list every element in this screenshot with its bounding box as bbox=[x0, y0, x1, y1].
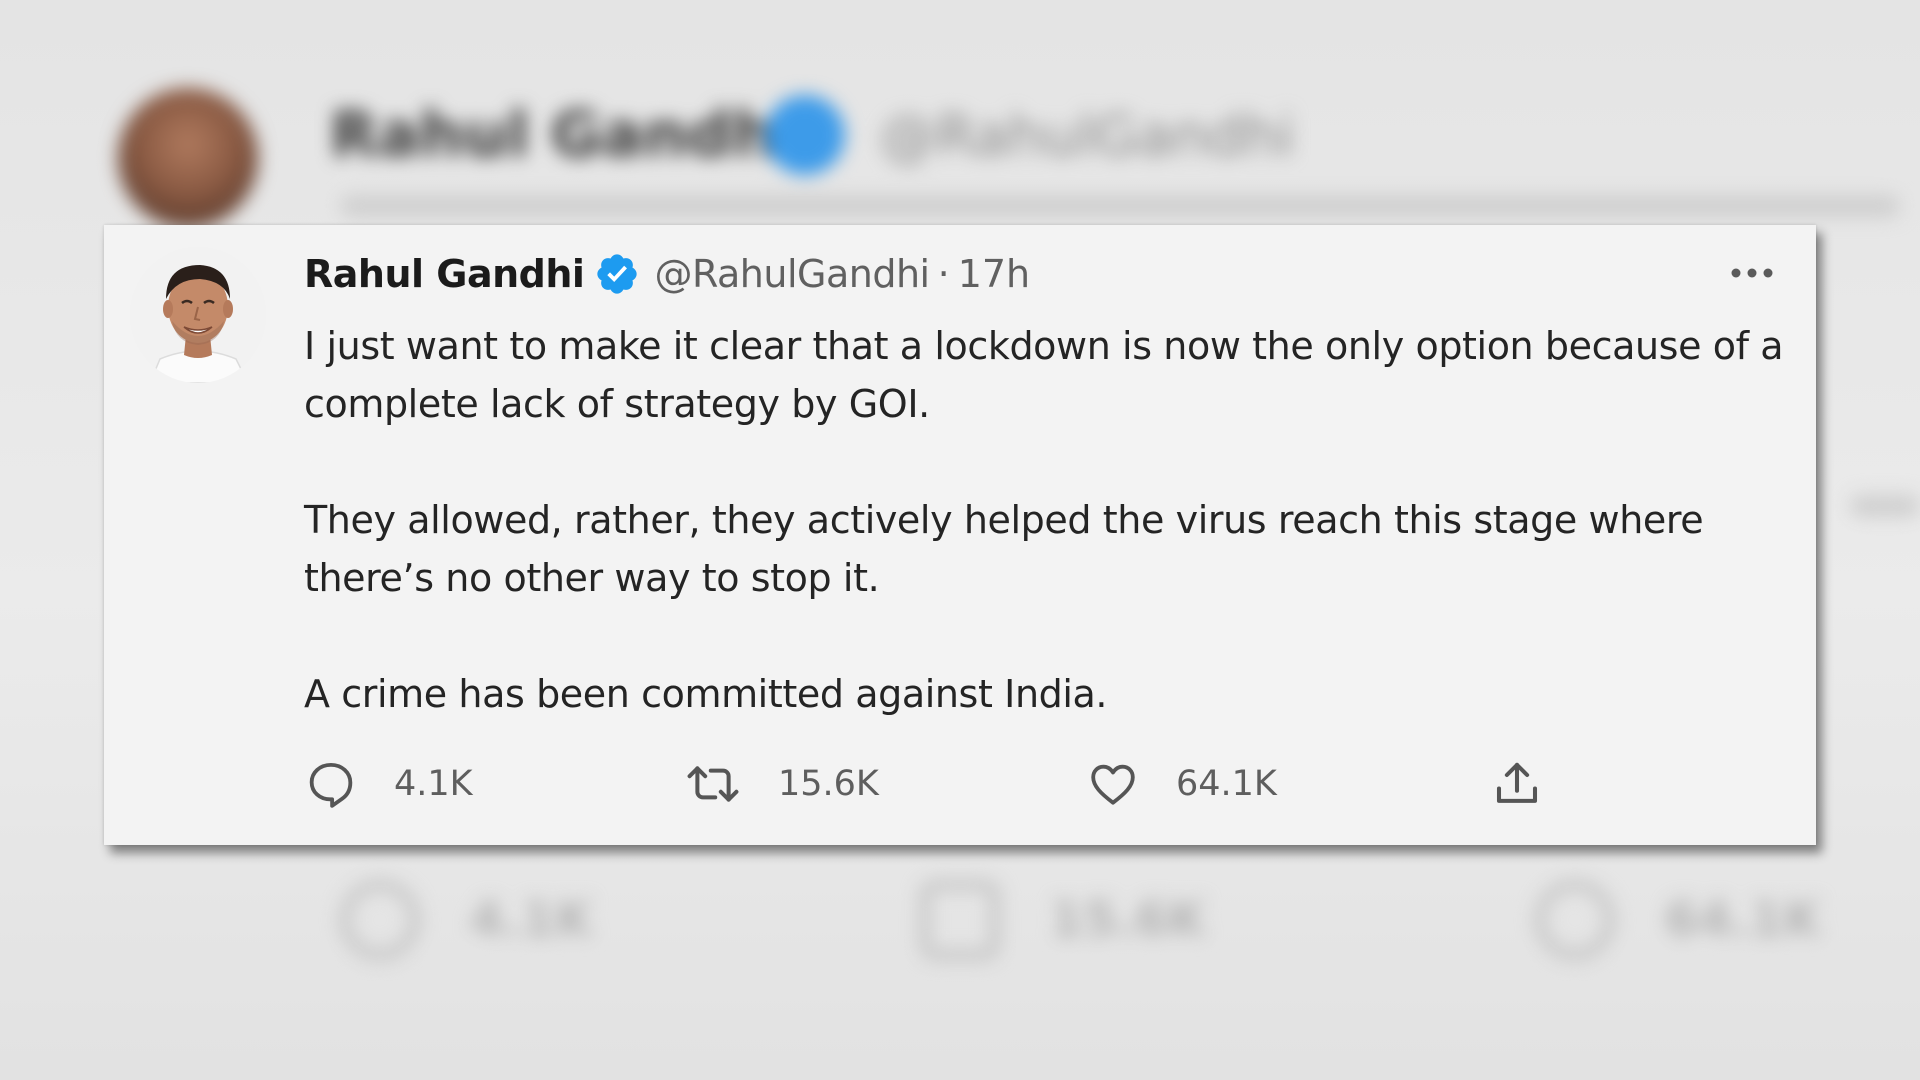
blurred-verified-icon bbox=[765, 95, 845, 175]
tweet-timestamp[interactable]: 17h bbox=[958, 252, 1030, 296]
share-icon bbox=[1490, 757, 1544, 811]
blurred-retweet-count: 15.6K bbox=[1050, 892, 1206, 948]
blurred-retweet-icon bbox=[920, 880, 1000, 960]
retweet-button[interactable]: 15.6K bbox=[684, 757, 879, 811]
like-count: 64.1K bbox=[1176, 764, 1277, 804]
tweet-paragraph: A crime has been committed against India… bbox=[304, 672, 1108, 716]
share-button[interactable] bbox=[1490, 757, 1544, 811]
verified-badge-icon bbox=[594, 251, 640, 297]
avatar[interactable] bbox=[130, 247, 266, 383]
blurred-text-line bbox=[340, 195, 1900, 217]
reply-button[interactable]: 4.1K bbox=[304, 757, 473, 811]
author-name[interactable]: Rahul Gandhi bbox=[304, 252, 585, 296]
tweet-text: I just want to make it clear that a lock… bbox=[304, 317, 1784, 781]
blurred-author-name: Rahul Gandhi bbox=[330, 98, 798, 171]
tweet-header: Rahul Gandhi @RahulGandhi · 17h bbox=[304, 251, 1030, 297]
tweet-card[interactable]: Rahul Gandhi @RahulGandhi · 17h I just w… bbox=[104, 225, 1816, 845]
retweet-icon bbox=[684, 757, 742, 811]
author-handle[interactable]: @RahulGandhi bbox=[654, 252, 930, 296]
blurred-like-action: 64.1K bbox=[1535, 880, 1821, 960]
like-icon bbox=[1086, 757, 1140, 811]
reply-icon bbox=[304, 757, 358, 811]
tweet-paragraph: I just want to make it clear that a lock… bbox=[304, 324, 1784, 426]
blurred-reply-count: 4.1K bbox=[470, 892, 593, 948]
video-frame: Rahul Gandhi @RahulGandhi 4.1K 15.6K 64.… bbox=[0, 0, 1920, 1080]
header-separator: · bbox=[937, 252, 950, 296]
blurred-like-count: 64.1K bbox=[1665, 892, 1821, 948]
avatar-portrait-icon bbox=[130, 247, 266, 383]
blurred-avatar bbox=[118, 88, 258, 228]
blurred-reply-action: 4.1K bbox=[340, 880, 592, 960]
more-options-icon[interactable] bbox=[1728, 263, 1776, 283]
blurred-handle: @RahulGandhi bbox=[880, 104, 1295, 169]
like-button[interactable]: 64.1K bbox=[1086, 757, 1277, 811]
retweet-count: 15.6K bbox=[778, 764, 879, 804]
blurred-like-icon bbox=[1535, 880, 1615, 960]
tweet-actions: 4.1K 15.6K 64.1K bbox=[304, 757, 1604, 817]
blurred-text-line bbox=[1850, 495, 1920, 517]
reply-count: 4.1K bbox=[394, 764, 473, 804]
blurred-retweet-action: 15.6K bbox=[920, 880, 1206, 960]
tweet-paragraph: They allowed, rather, they actively help… bbox=[304, 498, 1704, 600]
blurred-reply-icon bbox=[340, 880, 420, 960]
